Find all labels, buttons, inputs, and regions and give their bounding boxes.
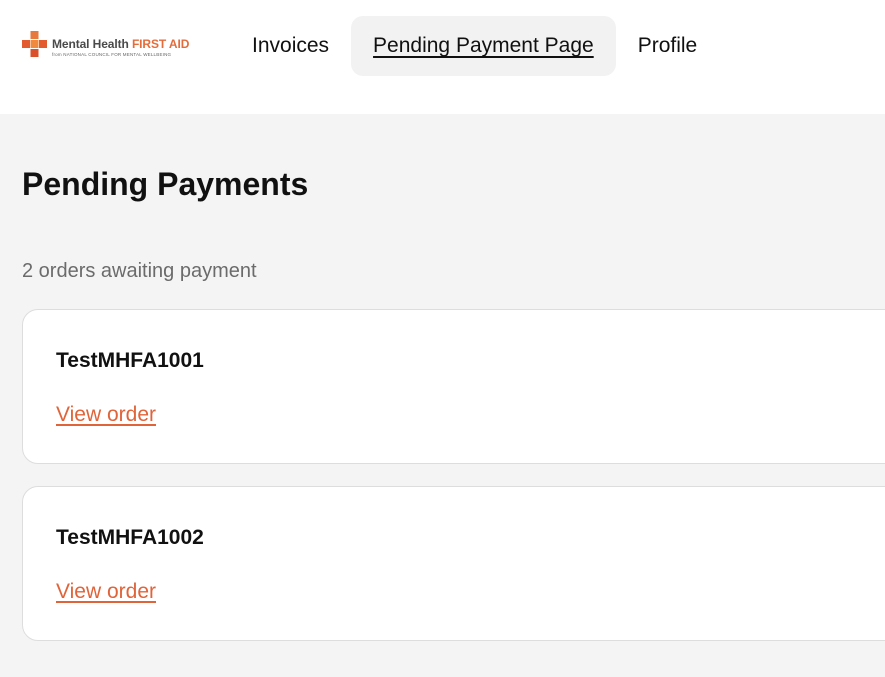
nav-item-invoices[interactable]: Invoices: [230, 16, 351, 76]
nav-item-profile[interactable]: Profile: [616, 16, 720, 76]
top-header: Mental Health FIRST AID from NATIONAL CO…: [0, 0, 885, 114]
brand-name-part1: Mental Health: [52, 37, 132, 51]
brand-logo[interactable]: Mental Health FIRST AID from NATIONAL CO…: [22, 31, 202, 61]
order-card: TestMHFA1002 View order: [22, 486, 885, 641]
brand-name: Mental Health FIRST AID: [52, 38, 189, 50]
view-order-link[interactable]: View order: [56, 403, 156, 427]
brand-name-part2: FIRST AID: [131, 37, 190, 51]
brand-wordmark: Mental Health FIRST AID from NATIONAL CO…: [52, 31, 189, 58]
nav-item-pending-payment[interactable]: Pending Payment Page: [351, 16, 616, 76]
cross-icon: [22, 31, 47, 57]
order-id: TestMHFA1002: [56, 526, 204, 549]
orders-summary: 2 orders awaiting payment: [22, 260, 257, 282]
brand-tagline: from NATIONAL COUNCIL FOR MENTAL WELLBEI…: [52, 52, 172, 57]
page-title: Pending Payments: [22, 166, 309, 202]
order-card: TestMHFA1001 View order: [22, 309, 885, 464]
view-order-link[interactable]: View order: [56, 580, 156, 604]
main-nav: Invoices Pending Payment Page Profile: [230, 16, 719, 76]
order-id: TestMHFA1001: [56, 349, 204, 372]
